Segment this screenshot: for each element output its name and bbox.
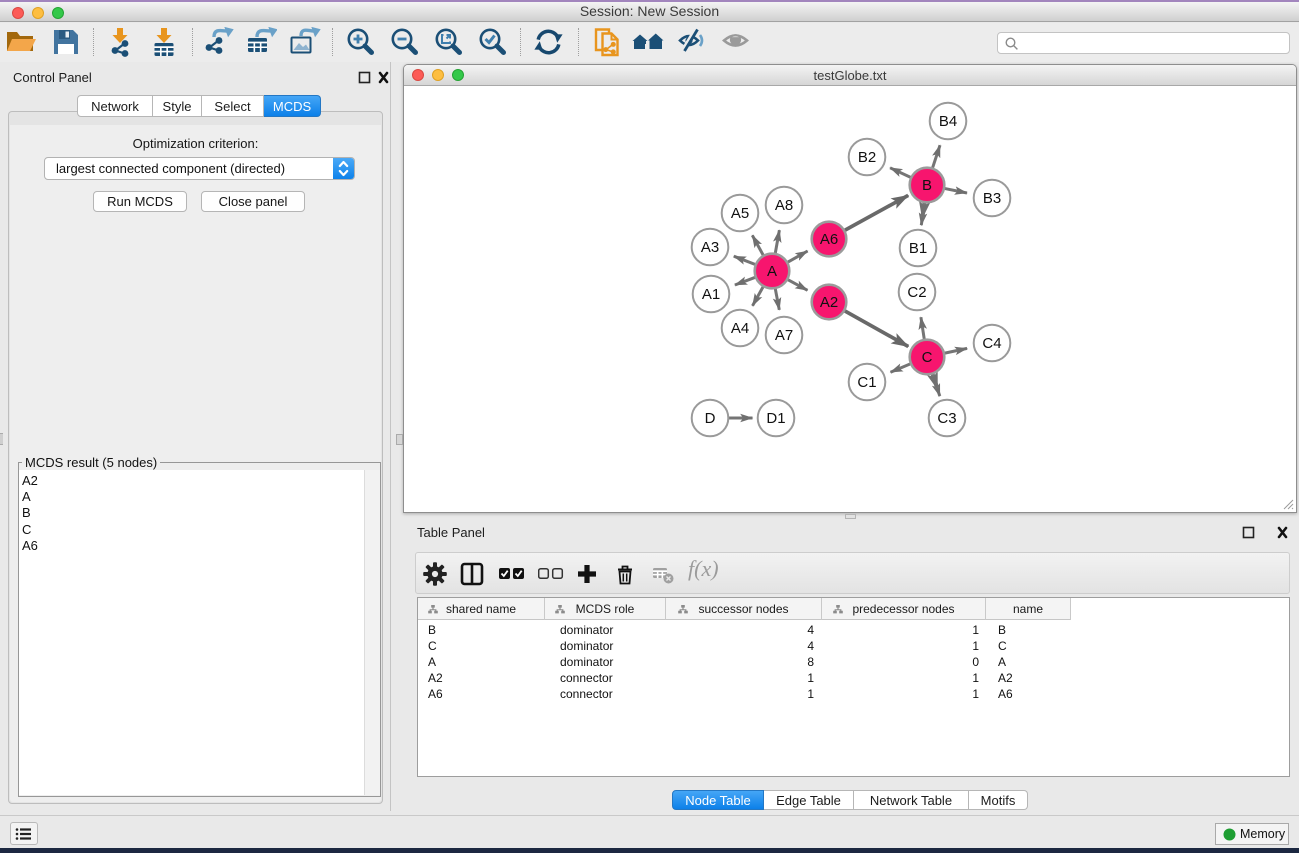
- svg-text:A3: A3: [701, 239, 719, 256]
- svg-text:B2: B2: [858, 149, 876, 166]
- svg-text:B4: B4: [939, 113, 957, 130]
- svg-text:B1: B1: [909, 240, 927, 257]
- svg-text:C2: C2: [907, 284, 926, 301]
- svg-text:C3: C3: [937, 410, 956, 427]
- svg-text:C4: C4: [982, 335, 1001, 352]
- svg-text:A: A: [767, 263, 777, 280]
- svg-text:A8: A8: [775, 197, 793, 214]
- svg-text:C: C: [922, 349, 933, 366]
- svg-text:B: B: [922, 177, 932, 194]
- svg-text:A6: A6: [820, 231, 838, 248]
- svg-text:A7: A7: [775, 327, 793, 344]
- svg-text:A5: A5: [731, 205, 749, 222]
- svg-text:D1: D1: [766, 410, 785, 427]
- svg-text:C1: C1: [857, 374, 876, 391]
- svg-text:B3: B3: [983, 190, 1001, 207]
- svg-text:A1: A1: [702, 286, 720, 303]
- svg-text:D: D: [705, 410, 716, 427]
- svg-text:A4: A4: [731, 320, 749, 337]
- svg-text:A2: A2: [820, 294, 838, 311]
